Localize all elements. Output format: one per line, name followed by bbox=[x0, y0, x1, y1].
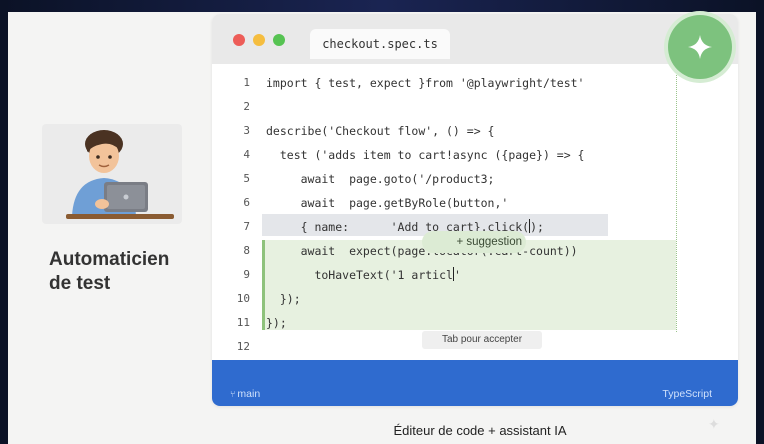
line-number: 8 bbox=[243, 244, 250, 257]
code-text[interactable]: describe('Checkout flow', () => { bbox=[266, 120, 494, 142]
code-editor[interactable]: checkout.spec.ts 1 import { test, expect… bbox=[212, 14, 738, 406]
branch-indicator[interactable]: ⑂ main bbox=[230, 388, 260, 400]
code-text-tail: ' bbox=[453, 268, 461, 282]
role-label: Automaticien de test bbox=[49, 248, 199, 296]
line-number: 4 bbox=[243, 148, 250, 161]
code-text[interactable]: test ('adds item to cart!async ({page}) … bbox=[266, 144, 585, 166]
status-bar: ⑂ main TypeScript bbox=[212, 360, 738, 406]
ai-assistant-button[interactable] bbox=[668, 15, 732, 79]
line-number: 6 bbox=[243, 196, 250, 209]
minimize-window-dot[interactable] bbox=[253, 34, 265, 46]
figure-caption: Éditeur de code + assistant IA bbox=[393, 423, 567, 438]
code-text-with-caret[interactable]: toHaveText('1 articl' bbox=[266, 264, 461, 286]
code-text[interactable]: }); bbox=[266, 288, 301, 310]
line-number: 11 bbox=[236, 316, 250, 329]
code-line: 2 bbox=[212, 96, 738, 118]
sparkle-icon bbox=[688, 35, 712, 59]
line-number: 10 bbox=[236, 292, 250, 305]
language-indicator[interactable]: TypeScript bbox=[662, 388, 712, 400]
tab-checkout-spec[interactable]: checkout.spec.ts bbox=[310, 29, 450, 59]
code-line: 4 test ('adds item to cart!async ({page}… bbox=[212, 144, 738, 166]
developer-avatar-icon bbox=[66, 130, 174, 219]
code-text-tail: ); bbox=[530, 220, 544, 234]
line-number: 5 bbox=[243, 172, 250, 185]
code-text[interactable]: import { test, expect }from '@playwright… bbox=[266, 72, 585, 94]
editor-titlebar: checkout.spec.ts bbox=[212, 14, 738, 64]
code-line: 3 describe('Checkout flow', () => { bbox=[212, 120, 738, 142]
line-number: 12 bbox=[236, 340, 250, 353]
frame-left-border bbox=[0, 0, 8, 444]
line-number: 7 bbox=[243, 220, 250, 233]
code-text[interactable]: }); bbox=[266, 312, 287, 334]
code-line: 10 }); bbox=[212, 288, 738, 310]
line-number: 1 bbox=[243, 76, 250, 89]
line-number: 3 bbox=[243, 124, 250, 137]
role-line-2: de test bbox=[49, 273, 111, 294]
code-text[interactable]: await page.getByRole(button,' bbox=[266, 192, 509, 214]
frame-top-border bbox=[0, 0, 764, 12]
code-text: toHaveText('1 articl bbox=[266, 268, 453, 282]
avatar-card bbox=[42, 124, 182, 224]
code-line: 5 await page.goto('/product3; bbox=[212, 168, 738, 190]
code-line: 1 import { test, expect }from '@playwrig… bbox=[212, 72, 738, 94]
code-line: 9 toHaveText('1 articl' bbox=[212, 264, 738, 286]
code-line: 6 await page.getByRole(button,' bbox=[212, 192, 738, 214]
close-window-dot[interactable] bbox=[233, 34, 245, 46]
plus-icon: ✦ bbox=[708, 416, 720, 432]
line-number: 2 bbox=[243, 100, 250, 113]
code-area[interactable]: 1 import { test, expect }from '@playwrig… bbox=[212, 72, 738, 362]
maximize-window-dot[interactable] bbox=[273, 34, 285, 46]
branch-name: main bbox=[237, 388, 261, 400]
accept-suggestion-hint: Tab pour accepter bbox=[422, 331, 542, 349]
frame-right-border bbox=[756, 0, 764, 444]
git-branch-icon: ⑂ bbox=[230, 389, 236, 399]
code-text[interactable]: await page.goto('/product3; bbox=[266, 168, 495, 190]
line-number: 9 bbox=[243, 268, 250, 281]
role-line-1: Automaticien bbox=[49, 249, 170, 270]
suggestion-pill[interactable]: + suggestion bbox=[422, 231, 526, 253]
